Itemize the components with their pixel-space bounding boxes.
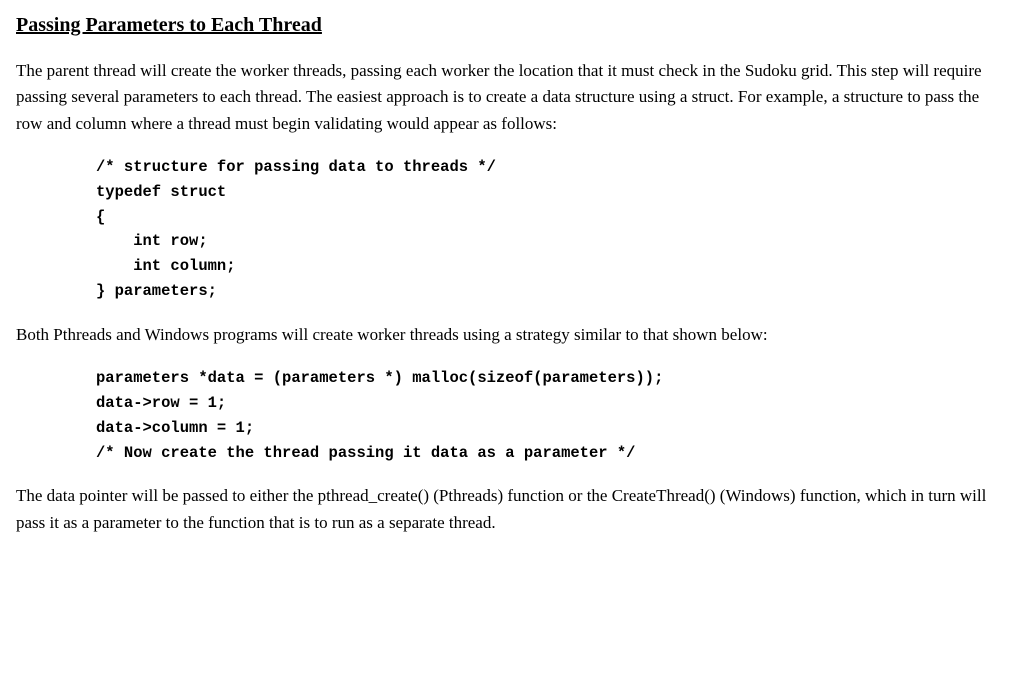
code-block-2: parameters *data = (parameters *) malloc… xyxy=(96,366,1008,465)
page-title: Passing Parameters to Each Thread xyxy=(16,10,1008,40)
code-block-1: /* structure for passing data to threads… xyxy=(96,155,1008,304)
paragraph-3: The data pointer will be passed to eithe… xyxy=(16,483,1008,536)
paragraph-2: Both Pthreads and Windows programs will … xyxy=(16,322,1008,348)
paragraph-1: The parent thread will create the worker… xyxy=(16,58,1008,137)
